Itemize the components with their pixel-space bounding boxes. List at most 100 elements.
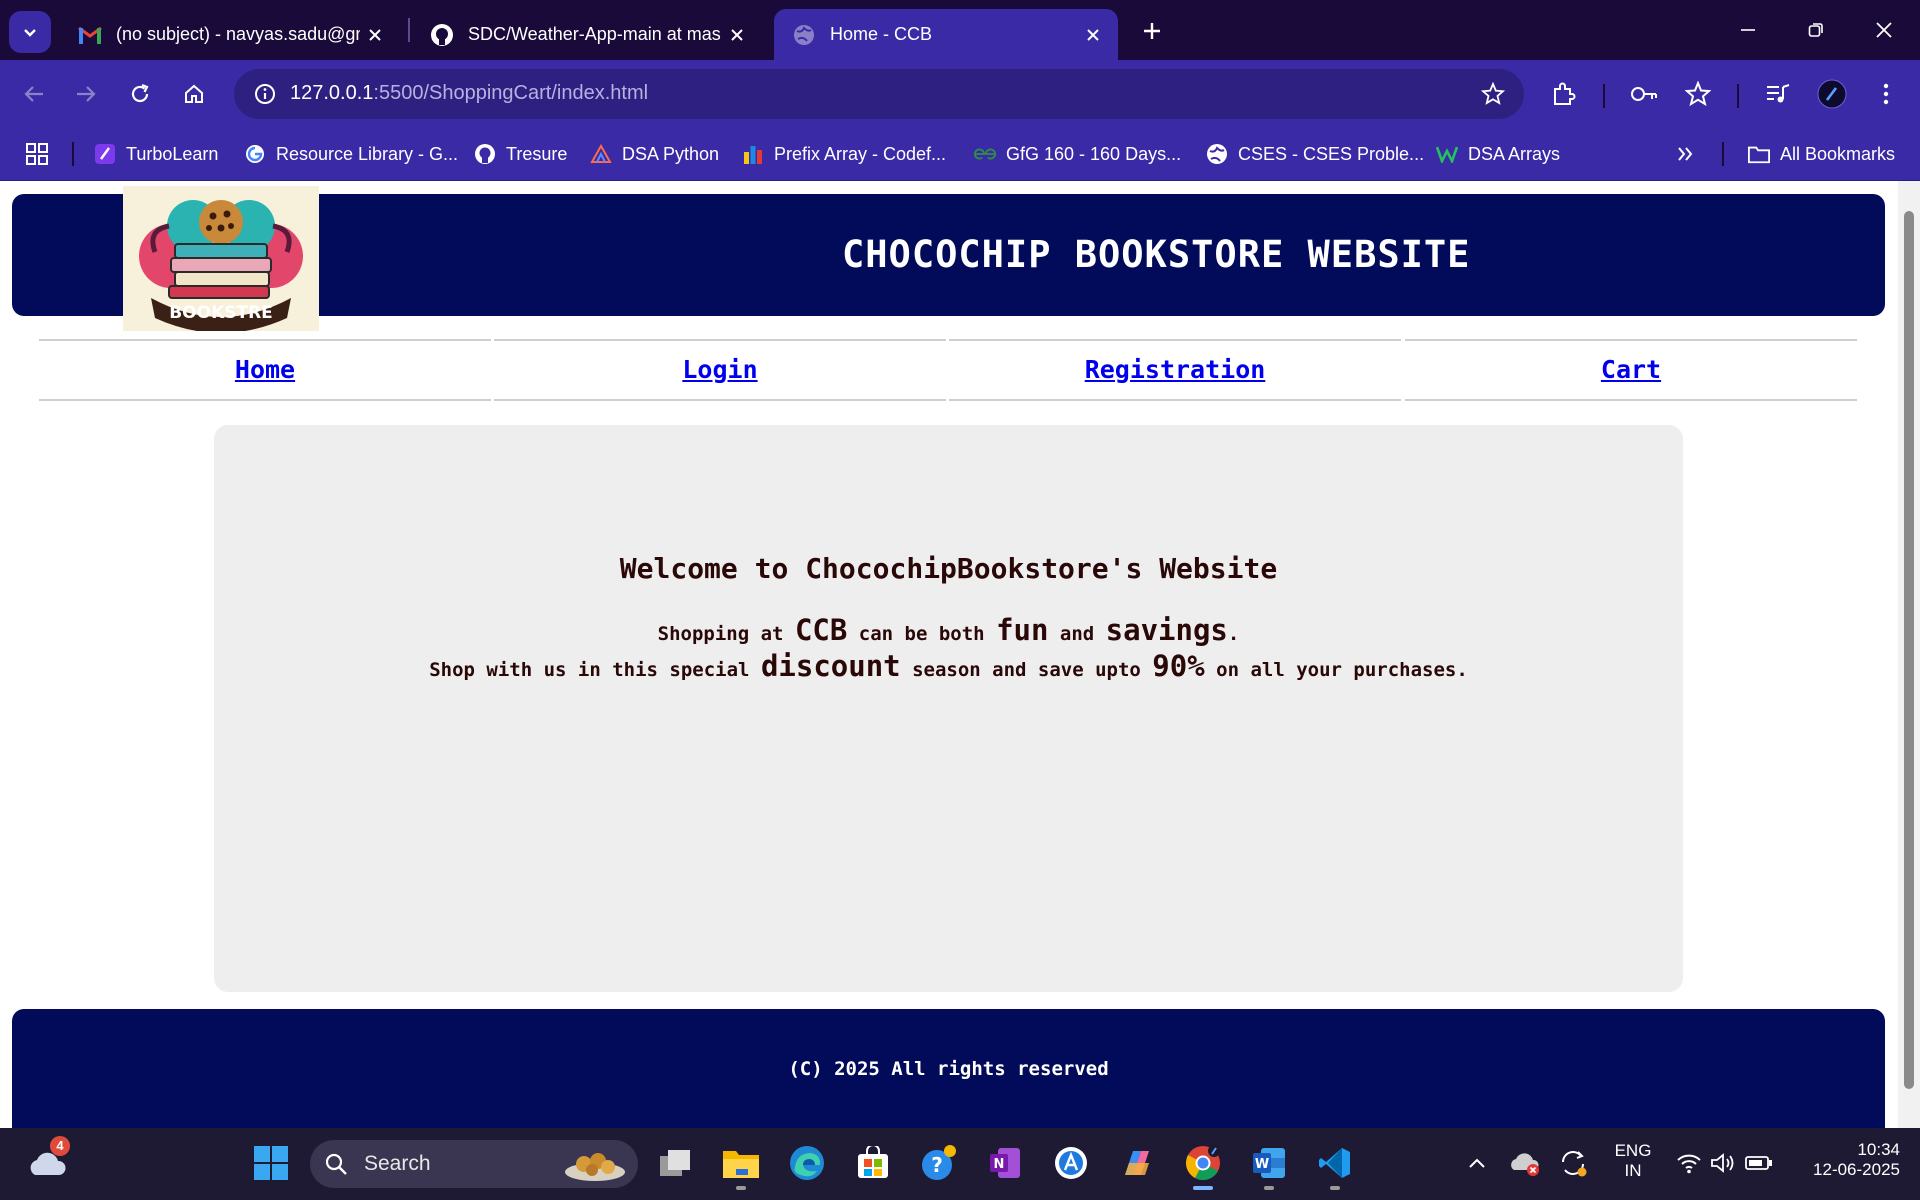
bookmark-turbolearn[interactable]: TurboLearn [94,139,218,169]
sync-icon[interactable] [1550,1140,1596,1186]
github-icon [430,23,454,47]
bookmark-label: Resource Library - G... [276,143,459,164]
bookmark-separator [1722,142,1724,166]
folder-icon [1748,143,1770,165]
nav-link-cart[interactable]: Cart [1601,355,1661,384]
dsa-arrays-icon [1436,143,1458,165]
taskbar: 4 Search ? N W ENG IN 10:34 12-06-2025 [0,1128,1920,1200]
weather-widget-icon[interactable]: 4 [24,1136,70,1186]
show-hidden-icons-chevron-icon[interactable] [1454,1140,1500,1186]
nav-link-home[interactable]: Home [235,355,295,384]
task-view-icon[interactable] [652,1140,698,1186]
favorites-icon[interactable] [1678,74,1718,114]
toolbar-separator [1603,84,1605,108]
promo-text: Shopping at [657,623,795,645]
tab-home-ccb[interactable]: Home - CCB [774,9,1118,60]
onenote-icon[interactable]: N [982,1140,1028,1186]
profile-avatar-icon[interactable] [1812,74,1852,114]
windows-icon [254,1146,288,1180]
media-control-icon[interactable] [1758,74,1798,114]
nav-cell-login: Login [494,339,946,401]
home-button[interactable] [174,74,214,114]
promo-text: on all your purchases. [1204,659,1468,681]
bookmark-dsa-arrays[interactable]: DSA Arrays [1436,139,1560,169]
search-highlight-image [565,1153,625,1181]
bookmark-label: DSA Python [622,143,720,164]
language-indicator[interactable]: ENG IN [1606,1141,1660,1181]
nav-link-login[interactable]: Login [682,355,757,384]
start-button[interactable] [248,1140,294,1186]
gmail-icon [78,23,102,47]
running-indicator [1193,1186,1213,1190]
scrollbar-thumb[interactable] [1904,211,1914,1089]
bookmark-label: GfG 160 - 160 Days... [1006,143,1182,164]
password-key-icon[interactable] [1624,74,1664,114]
restore-button[interactable] [1796,10,1836,50]
tab-title: SDC/Weather-App-main at mas [468,24,721,44]
search-placeholder: Search [364,1152,431,1175]
bookmark-dsa-python[interactable]: DSA Python [590,139,719,169]
bookmark-prefix-array[interactable]: Prefix Array - Codef... [742,139,946,169]
globe-icon [1206,143,1228,165]
tab-github[interactable]: SDC/Weather-App-main at mas [412,9,762,60]
tab-gmail[interactable]: (no subject) - navyas.sadu@gm [60,9,400,60]
copilot-icon[interactable] [1114,1140,1160,1186]
battery-icon[interactable] [1736,1140,1782,1186]
vscode-icon[interactable] [1312,1140,1358,1190]
promo-line-2: Shop with us in this special discount se… [214,649,1683,683]
page-scrollbar[interactable] [1898,181,1920,1128]
close-tab-icon[interactable] [360,20,390,50]
promo-text: can be both [847,623,997,645]
weather-badge: 4 [50,1136,70,1156]
svg-text:N: N [994,1157,1005,1172]
file-explorer-icon[interactable] [718,1140,764,1190]
site-footer: (C) 2025 All rights reserved [12,1009,1885,1128]
bookmark-resource-library[interactable]: Resource Library - G... [244,139,458,169]
more-bookmarks-icon[interactable] [1676,139,1694,169]
reload-button[interactable] [120,74,160,114]
plus-icon [1144,23,1160,39]
menu-kebab-icon[interactable] [1866,74,1906,114]
clock-time: 10:34 [1857,1140,1900,1159]
app-store-icon[interactable] [1048,1140,1094,1186]
globe-icon [792,23,816,47]
address-bar[interactable]: 127.0.0.1:5500/ShoppingCart/index.html [234,69,1524,119]
bookmark-gfg-160[interactable]: GfG 160 - 160 Days... [974,139,1181,169]
apps-grid-icon[interactable] [26,139,48,169]
chrome-icon[interactable] [1180,1140,1226,1190]
promo-emphasis: discount [760,649,901,683]
bookmark-cses[interactable]: CSES - CSES Proble... [1206,139,1424,169]
minimize-button[interactable] [1728,10,1768,50]
close-tab-icon[interactable] [722,20,752,50]
tab-strip: (no subject) - navyas.sadu@gm SDC/Weathe… [0,0,1920,60]
dsa-python-icon [590,143,612,165]
new-tab-button[interactable] [1133,12,1171,50]
onedrive-error-icon[interactable] [1502,1140,1548,1186]
tab-search-button[interactable] [9,11,51,53]
bookmark-tresure[interactable]: Tresure [474,139,567,169]
taskbar-search[interactable]: Search [310,1140,638,1188]
url-path: :5500/ShoppingCart/index.html [373,82,649,104]
word-icon[interactable]: W [1246,1140,1292,1190]
promo-text: and [1048,623,1106,645]
promo-text: Shop with us in this special [429,659,761,681]
clock[interactable]: 10:34 12-06-2025 [1790,1140,1900,1180]
nav-link-registration[interactable]: Registration [1085,355,1266,384]
microsoft-store-icon[interactable] [850,1140,896,1186]
edge-icon[interactable] [784,1140,830,1186]
bookmark-star-icon[interactable] [1478,79,1508,109]
close-window-button[interactable] [1864,10,1904,50]
url-text[interactable]: 127.0.0.1:5500/ShoppingCart/index.html [290,82,648,105]
all-bookmarks-button[interactable]: All Bookmarks [1748,139,1895,169]
welcome-heading: Welcome to ChocochipBookstore's Website [619,552,1278,585]
gfg-icon [974,143,996,165]
get-help-icon[interactable]: ? [916,1140,962,1186]
promo-emphasis: CCB [794,613,848,647]
web-page: BOOKSTRE CHOCOCHIP BOOKSTORE WEBSITE Hom… [0,181,1898,1128]
extensions-icon[interactable] [1544,74,1584,114]
back-button[interactable] [14,74,54,114]
site-info-icon[interactable] [248,77,282,111]
bookmarks-bar: TurboLearn Resource Library - G... Tresu… [0,128,1920,181]
close-tab-icon[interactable] [1078,20,1108,50]
forward-button[interactable] [66,74,106,114]
